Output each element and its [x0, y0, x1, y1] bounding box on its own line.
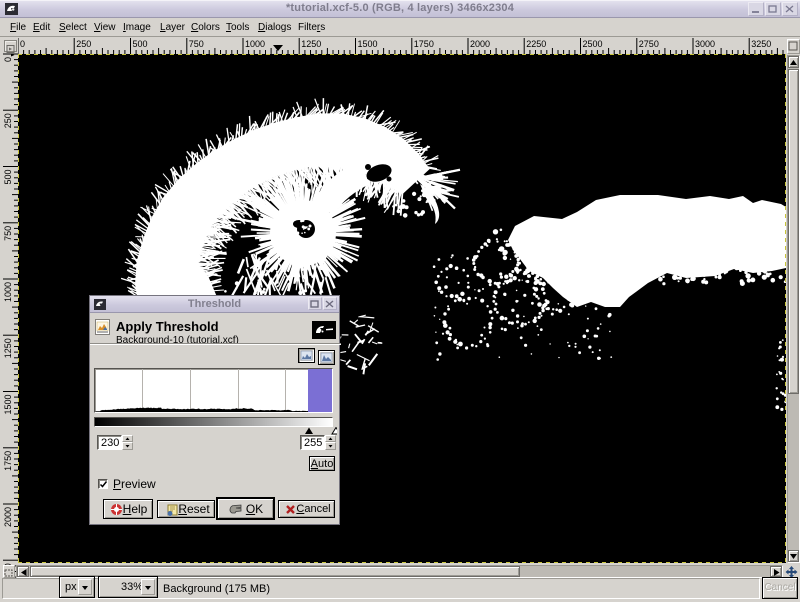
svg-text:500: 500	[133, 39, 148, 49]
svg-text:0: 0	[20, 39, 25, 49]
svg-text:500: 500	[3, 170, 13, 185]
svg-text:0: 0	[3, 57, 13, 62]
svg-text:1500: 1500	[358, 39, 378, 49]
svg-text:1000: 1000	[3, 282, 13, 302]
svg-text:750: 750	[3, 226, 13, 241]
svg-text:2000: 2000	[3, 507, 13, 527]
svg-text:750: 750	[189, 39, 204, 49]
svg-text:2750: 2750	[639, 39, 659, 49]
svg-text:250: 250	[76, 39, 91, 49]
svg-text:3250: 3250	[751, 39, 771, 49]
svg-text:1250: 1250	[301, 39, 321, 49]
svg-text:1750: 1750	[414, 39, 434, 49]
svg-text:2500: 2500	[583, 39, 603, 49]
svg-text:1750: 1750	[3, 451, 13, 471]
svg-text:1250: 1250	[3, 338, 13, 358]
svg-text:250: 250	[3, 113, 13, 128]
svg-text:1000: 1000	[245, 39, 265, 49]
svg-text:2000: 2000	[470, 39, 490, 49]
svg-text:3000: 3000	[695, 39, 715, 49]
svg-text:1500: 1500	[3, 395, 13, 415]
svg-text:2250: 2250	[526, 39, 546, 49]
